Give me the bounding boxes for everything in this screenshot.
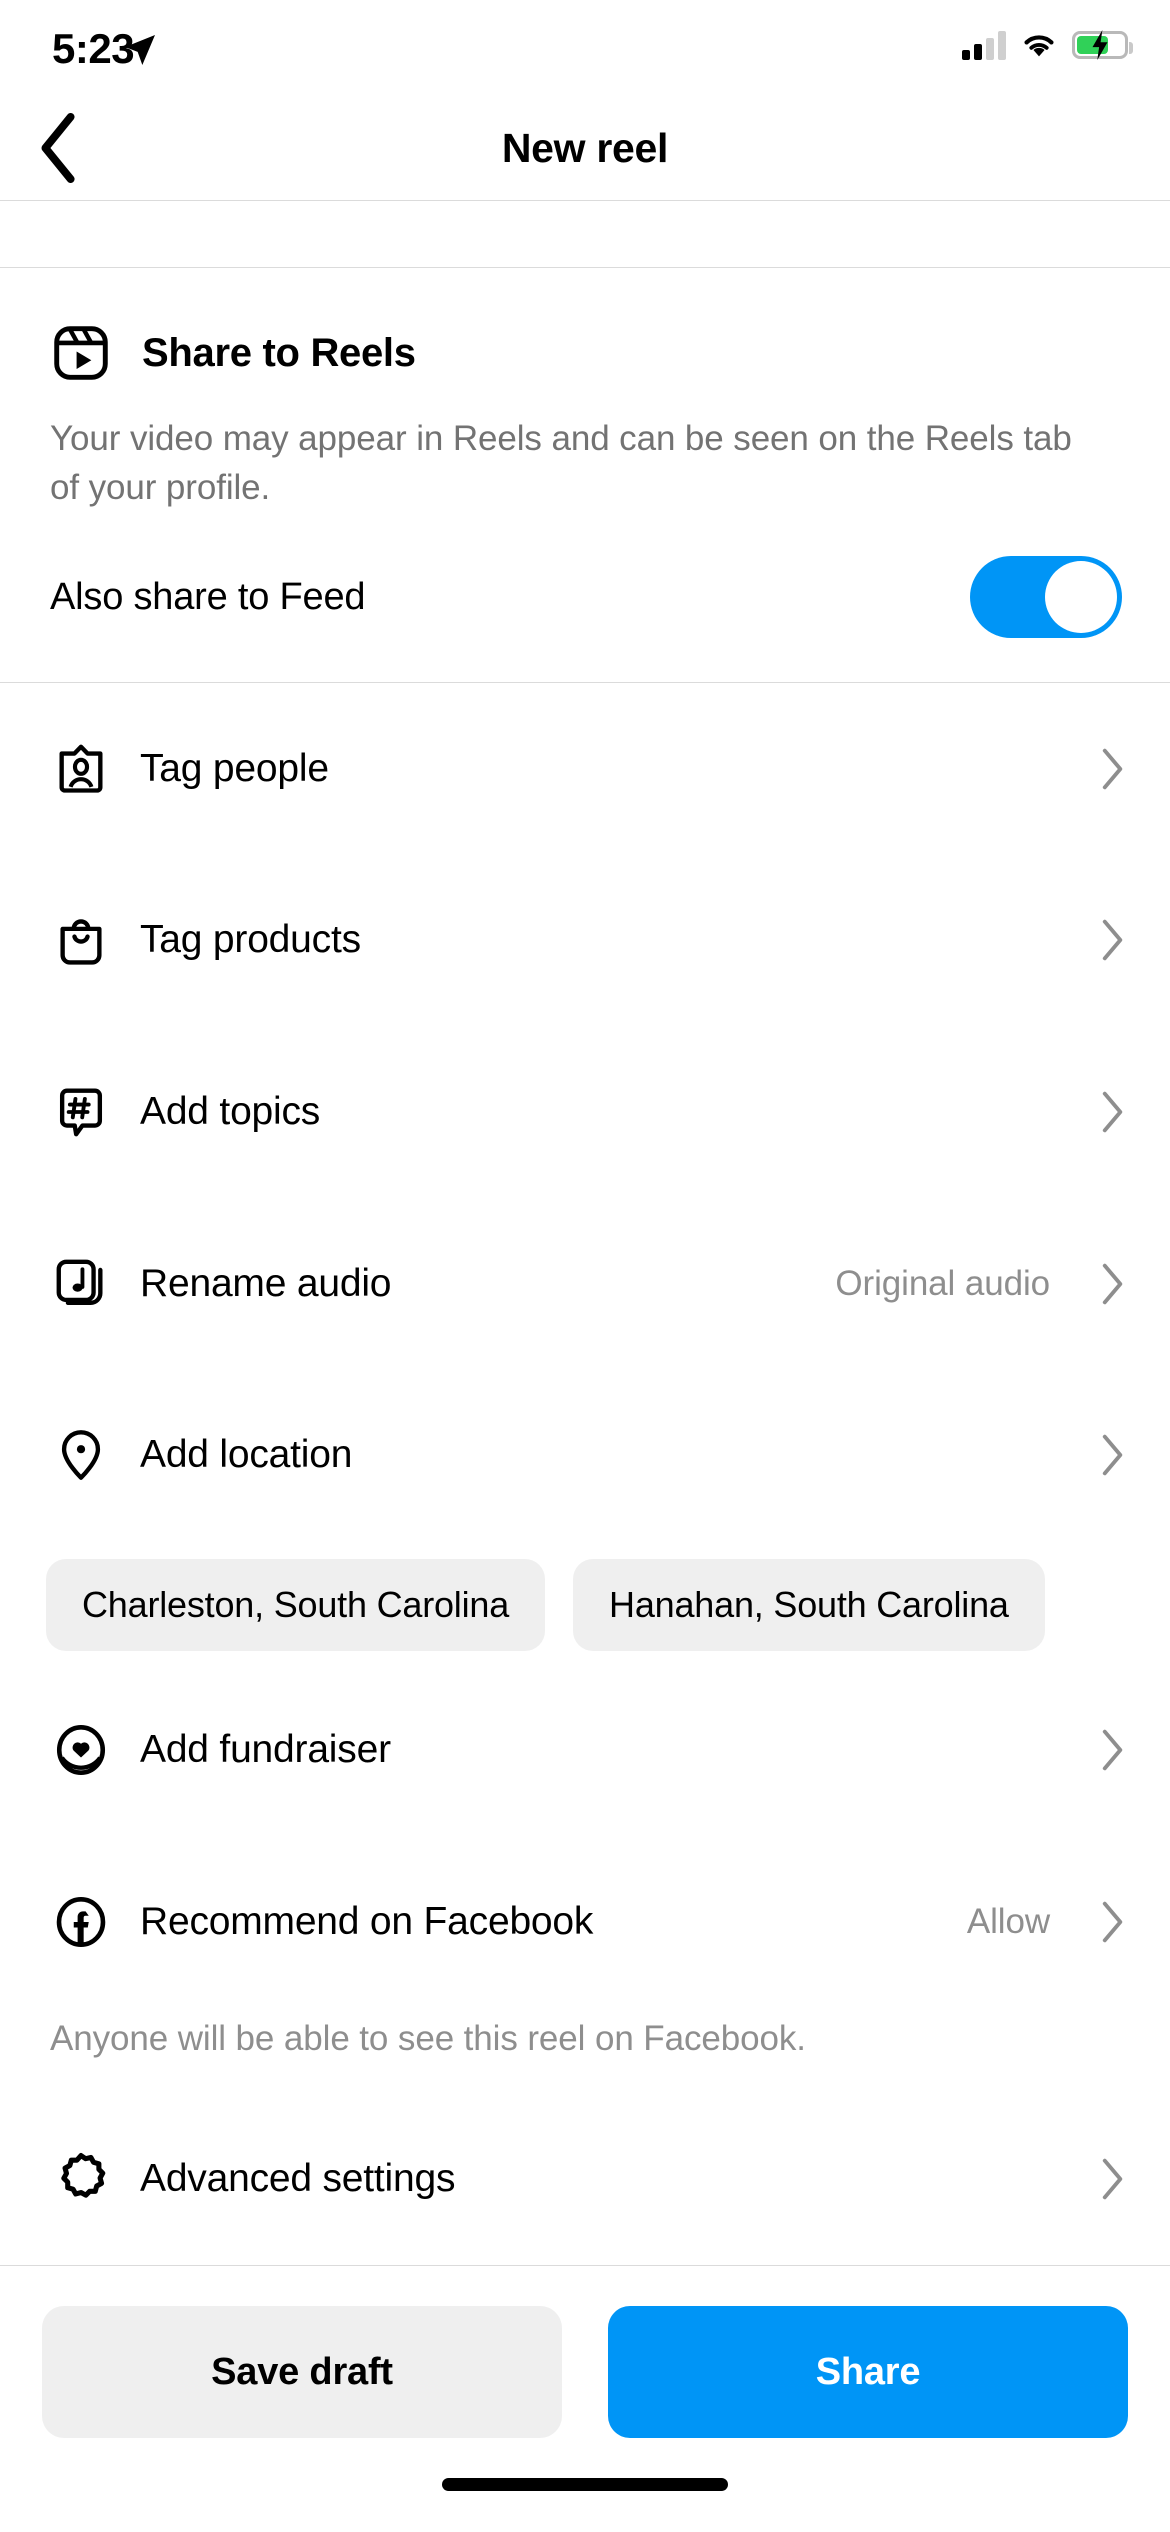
option-label: Tag people: [140, 746, 329, 790]
location-chip[interactable]: Hanahan, South Carolina: [573, 1558, 1045, 1651]
also-share-to-feed-row[interactable]: Also share to Feed: [0, 512, 1170, 682]
shopping-bag-icon: [50, 909, 112, 971]
chevron-right-icon: [1102, 1263, 1123, 1304]
chevron-right-icon: [1102, 1434, 1123, 1476]
location-arrow-icon: [125, 35, 155, 65]
reels-clapperboard-icon: [54, 326, 108, 380]
share-to-reels-section: Share to Reels Your video may appear in …: [0, 268, 1170, 682]
option-label: Add fundraiser: [140, 1728, 391, 1772]
option-row-tag-products[interactable]: Tag products: [0, 855, 1170, 1027]
gear-icon: [50, 2148, 112, 2210]
facebook-note: Anyone will be able to see this reel on …: [50, 2019, 806, 2059]
status-bar: 5:23: [0, 0, 1170, 96]
also-share-to-feed-label: Also share to Feed: [50, 575, 366, 618]
music-note-card-icon: [50, 1253, 112, 1315]
chevron-right-icon: [1102, 1091, 1123, 1133]
option-label: Add location: [140, 1433, 353, 1477]
wifi-icon: [1024, 35, 1054, 57]
page-title: New reel: [501, 124, 669, 171]
option-row-rename-audio[interactable]: Rename audio Original audio: [0, 1198, 1170, 1370]
chevron-right-icon: [1102, 920, 1123, 961]
share-to-reels-description: Your video may appear in Reels and can b…: [50, 419, 1072, 507]
save-draft-button[interactable]: Save draft: [42, 2306, 562, 2439]
battery-charging-icon: [1072, 30, 1133, 60]
location-chip[interactable]: Charleston, South Carolina: [46, 1558, 546, 1651]
chevron-right-icon: [1102, 2158, 1123, 2200]
option-value: Original audio: [835, 1263, 1050, 1303]
chevron-right-icon: [1102, 1901, 1123, 1942]
option-row-tag-people[interactable]: Tag people: [0, 683, 1170, 855]
toggle-knob: [1045, 561, 1117, 633]
caption-area[interactable]: [0, 201, 1170, 267]
option-value: Allow: [966, 1901, 1050, 1941]
option-row-recommend-on-facebook[interactable]: Recommend on Facebook Allow: [0, 1836, 1170, 2008]
back-button[interactable]: [14, 96, 104, 200]
option-label: Add topics: [140, 1089, 321, 1133]
option-row-add-location[interactable]: Add location: [0, 1369, 1170, 1541]
heart-circle-icon: [50, 1719, 112, 1781]
share-to-reels-title: Share to Reels: [142, 330, 416, 375]
option-row-add-fundraiser[interactable]: Add fundraiser: [0, 1664, 1170, 1836]
tag-people-icon: [50, 738, 112, 800]
share-to-reels-header: Share to Reels: [0, 268, 1170, 384]
option-row-add-topics[interactable]: Add topics: [0, 1026, 1170, 1198]
location-suggestions[interactable]: Charleston, South Carolina Hanahan, Sout…: [0, 1540, 1170, 1665]
chevron-right-icon: [1102, 1729, 1123, 1771]
status-bar-indicators: [962, 30, 1133, 60]
option-label: Advanced settings: [140, 2157, 456, 2201]
home-indicator[interactable]: [442, 2478, 728, 2492]
hashtag-bubble-icon: [50, 1081, 112, 1143]
phone-screen: 5:23 New reel Share to Reels Your video …: [0, 0, 1170, 2532]
option-row-advanced-settings[interactable]: Advanced settings: [0, 2093, 1170, 2265]
location-pin-icon: [50, 1424, 112, 1486]
share-button[interactable]: Share: [608, 2306, 1128, 2439]
option-label: Recommend on Facebook: [140, 1899, 594, 1943]
facebook-icon: [50, 1891, 112, 1953]
chevron-left-icon: [41, 113, 75, 183]
chevron-right-icon: [1102, 748, 1123, 790]
also-share-to-feed-toggle[interactable]: [970, 556, 1122, 638]
option-label: Tag products: [140, 918, 361, 962]
home-indicator-area: [0, 2438, 1170, 2532]
cellular-signal-icon: [962, 30, 1006, 60]
location-chip-scroller[interactable]: Charleston, South Carolina Hanahan, Sout…: [0, 1541, 1170, 1664]
option-label: Rename audio: [140, 1261, 392, 1305]
action-bar: Save draft Share: [0, 2266, 1170, 2439]
navigation-bar: New reel: [0, 96, 1170, 200]
